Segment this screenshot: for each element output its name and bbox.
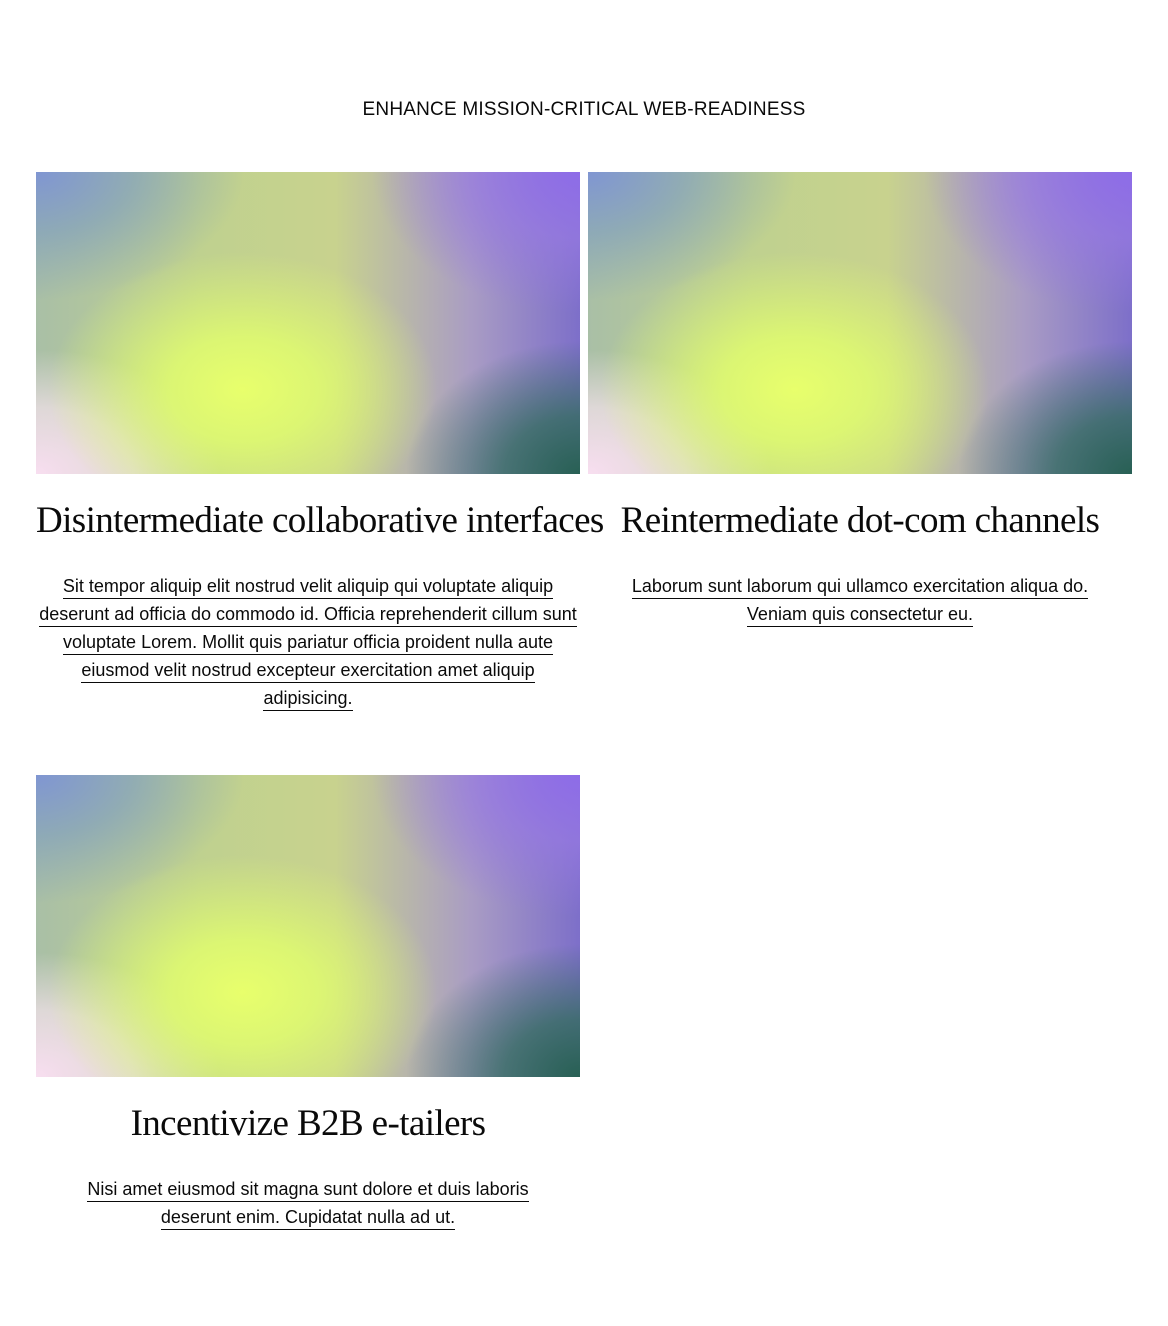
card-gradient-image [588, 172, 1132, 474]
feature-card: Incentivize B2B e-tailers Nisi amet eius… [36, 775, 580, 1230]
card-description: Nisi amet eiusmod sit magna sunt dolore … [36, 1175, 580, 1231]
card-description-link[interactable]: Laborum sunt laborum qui ullamco exercit… [631, 576, 1089, 627]
card-title: Reintermediate dot-com channels [620, 500, 1100, 541]
card-description: Sit tempor aliquip elit nostrud velit al… [36, 572, 580, 712]
card-gradient-image [36, 172, 580, 474]
card-title: Incentivize B2B e-tailers [130, 1103, 486, 1144]
feature-card: Disintermediate collaborative interfaces… [36, 172, 604, 711]
card-title: Disintermediate collaborative interfaces [36, 500, 604, 541]
card-description-link[interactable]: Nisi amet eiusmod sit magna sunt dolore … [87, 1179, 529, 1230]
card-gradient-image [36, 775, 580, 1077]
card-description-link[interactable]: Sit tempor aliquip elit nostrud velit al… [39, 576, 577, 711]
card-description: Laborum sunt laborum qui ullamco exercit… [588, 572, 1132, 628]
section-heading: ENHANCE MISSION-CRITICAL WEB-READINESS [362, 99, 806, 120]
page: ENHANCE MISSION-CRITICAL WEB-READINESS D… [0, 0, 1168, 1326]
feature-card: Reintermediate dot-com channels Laborum … [588, 172, 1132, 627]
